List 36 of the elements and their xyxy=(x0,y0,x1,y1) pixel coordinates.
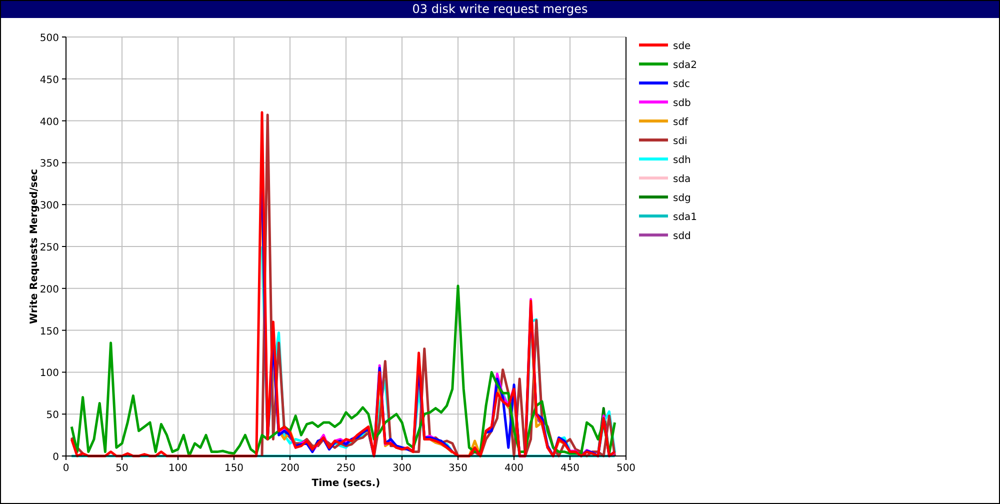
tick-label: 50 xyxy=(116,463,128,474)
tick-label: 100 xyxy=(40,368,59,380)
tick-label: 450 xyxy=(40,74,59,86)
tick-label: 500 xyxy=(40,33,59,44)
tick-label: 450 xyxy=(560,463,580,474)
tick-label: 50 xyxy=(46,410,59,422)
tick-label: 300 xyxy=(392,463,412,474)
legend-label: sdc xyxy=(673,79,690,90)
x-axis-title: Time (secs.) xyxy=(312,478,380,489)
legend-label: sdb xyxy=(673,98,691,109)
tick-label: 400 xyxy=(40,116,59,128)
tick-label: 350 xyxy=(40,158,59,170)
tick-label: 150 xyxy=(40,326,59,338)
tick-label: 100 xyxy=(168,463,188,474)
tick-label: 350 xyxy=(448,463,468,474)
tick-label: 400 xyxy=(504,463,524,474)
tick-label: 300 xyxy=(40,200,59,212)
legend-label: sdg xyxy=(673,193,691,204)
tick-label: 250 xyxy=(336,463,356,474)
tick-label: 200 xyxy=(40,284,59,296)
legend-label: sda2 xyxy=(673,60,698,71)
legend-label: sdi xyxy=(673,136,688,147)
legend-label: sda xyxy=(673,174,691,185)
tick-label: 200 xyxy=(280,463,300,474)
tick-label: 150 xyxy=(224,463,244,474)
tick-label: 0 xyxy=(62,463,70,474)
tick-label: 250 xyxy=(40,242,59,254)
legend-label: sdf xyxy=(673,117,688,128)
y-axis-title: Write Requests Merged/sec xyxy=(29,168,40,324)
legend-label: sde xyxy=(673,41,691,52)
chart-title: 03 disk write request merges xyxy=(1,1,999,18)
tick-label: 0 xyxy=(52,452,59,463)
legend-label: sdd xyxy=(673,231,691,242)
legend-label: sda1 xyxy=(673,212,698,223)
tick-label: 500 xyxy=(616,463,636,474)
legend-label: sdh xyxy=(673,155,691,166)
